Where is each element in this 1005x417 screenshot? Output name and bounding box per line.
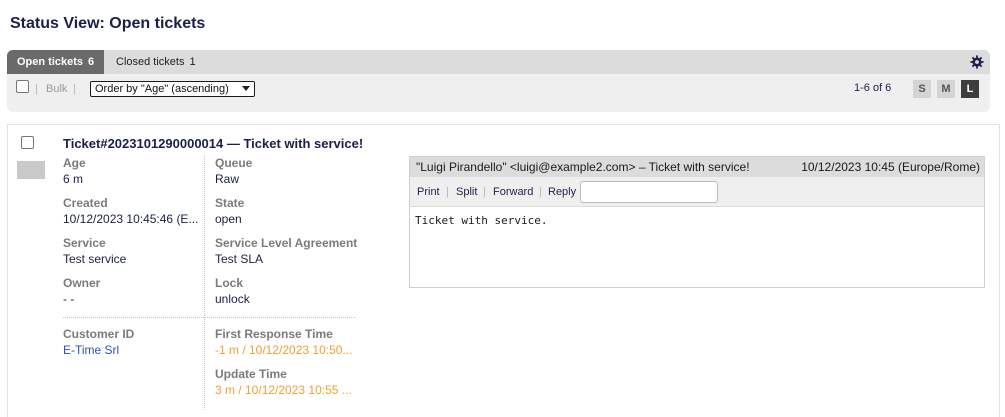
field-label: Age [63,156,86,170]
field-value: -1 m / 10/12/2023 10:50... [215,343,353,357]
article-actions: Print | Split | Forward | Reply [410,177,984,207]
select-all-checkbox[interactable] [16,80,29,93]
ticket-field-update-time: Update Time 3 m / 10/12/2023 10:55 ... [215,367,357,398]
field-label: Service Level Agreement [215,236,357,250]
vertical-divider [204,155,205,410]
field-label: State [215,196,245,210]
ticket-field-first-response-time: First Response Time -1 m / 10/12/2023 10… [215,327,357,358]
separator: | [539,186,542,198]
tab-label: Closed tickets [116,56,185,68]
ticket-checkbox[interactable] [21,136,34,149]
ticket-title[interactable]: Ticket#2023101290000014 — Ticket with se… [63,136,363,151]
tab-bar: Open tickets 6 Closed tickets 1 [7,50,990,74]
ticket-field-sla: Service Level Agreement Test SLA [215,236,357,267]
field-label: Queue [215,156,253,170]
article-date: 10/12/2023 10:45 (Europe/Rome) [801,160,980,174]
separator: | [73,83,76,95]
separator: | [483,186,486,198]
tab-label: Open tickets [17,56,84,68]
ticket-field-created: Created 10/12/2023 10:45:46 (E... [63,196,203,227]
field-value: open [215,212,242,226]
tab-closed-tickets[interactable]: Closed tickets 1 [106,50,206,74]
field-value: Test service [63,252,127,266]
horizontal-divider [63,317,356,318]
reply-action[interactable]: Reply [548,186,576,198]
tab-open-tickets[interactable]: Open tickets 6 [7,50,105,74]
size-button-l[interactable]: L [961,80,979,98]
ticket-field-queue: Queue Raw [215,156,357,187]
field-label: Customer ID [63,327,135,341]
article-header: "Luigi Pirandello" <luigi@example2.com> … [410,157,984,177]
field-label: Lock [215,276,244,290]
size-button-m[interactable]: M [937,80,955,98]
page-title: Status View: Open tickets [10,15,206,32]
ticket-field-customer-id: Customer ID E-Time Srl [63,327,203,358]
field-value: Raw [215,172,240,186]
separator: | [35,83,38,95]
field-value: unlock [215,292,250,306]
gear-icon[interactable] [970,55,984,69]
field-value: Test SLA [215,252,264,266]
reply-template-select[interactable] [580,181,718,203]
field-label: Owner [63,276,101,290]
tab-count: 1 [189,56,196,68]
print-action[interactable]: Print [417,186,440,198]
ticket-overview-panel: Open tickets 6 Closed tickets 1 | Bulk | [7,50,990,112]
ticket-field-lock: Lock unlock [215,276,357,307]
field-value: - - [63,292,75,306]
article-body: Ticket with service. [415,214,548,227]
field-label: Update Time [215,367,287,381]
field-value: 10/12/2023 10:45:46 (E... [63,212,199,226]
bulk-action[interactable]: Bulk [46,83,67,95]
action-row: | Bulk | Order by "Age" (ascending) 1-6 … [7,74,990,104]
field-value: 3 m / 10/12/2023 10:55 ... [215,383,352,397]
order-by-select[interactable]: Order by "Age" (ascending) [90,81,255,97]
ticket-field-state: State open [215,196,357,227]
tab-count: 6 [88,56,95,68]
article-preview: "Luigi Pirandello" <luigi@example2.com> … [409,156,985,288]
article-from: "Luigi Pirandello" <luigi@example2.com> … [416,160,750,174]
field-value: 6 m [63,172,84,186]
pager: 1-6 of 6 [854,82,892,94]
ticket-field-owner: Owner - - [63,276,203,307]
priority-indicator [17,161,45,179]
ticket-field-age: Age 6 m [63,156,203,187]
ticket-item: Ticket#2023101290000014 — Ticket with se… [7,124,1000,417]
size-button-s[interactable]: S [913,80,931,98]
order-by-value: Order by "Age" (ascending) [95,83,229,95]
forward-action[interactable]: Forward [493,186,533,198]
split-action[interactable]: Split [456,186,477,198]
separator: | [446,186,449,198]
chevron-down-icon [242,86,250,91]
customer-id-link[interactable]: E-Time Srl [63,343,203,358]
field-label: Service [63,236,106,250]
field-label: First Response Time [215,327,333,341]
ticket-field-service: Service Test service [63,236,203,267]
field-label: Created [63,196,108,210]
